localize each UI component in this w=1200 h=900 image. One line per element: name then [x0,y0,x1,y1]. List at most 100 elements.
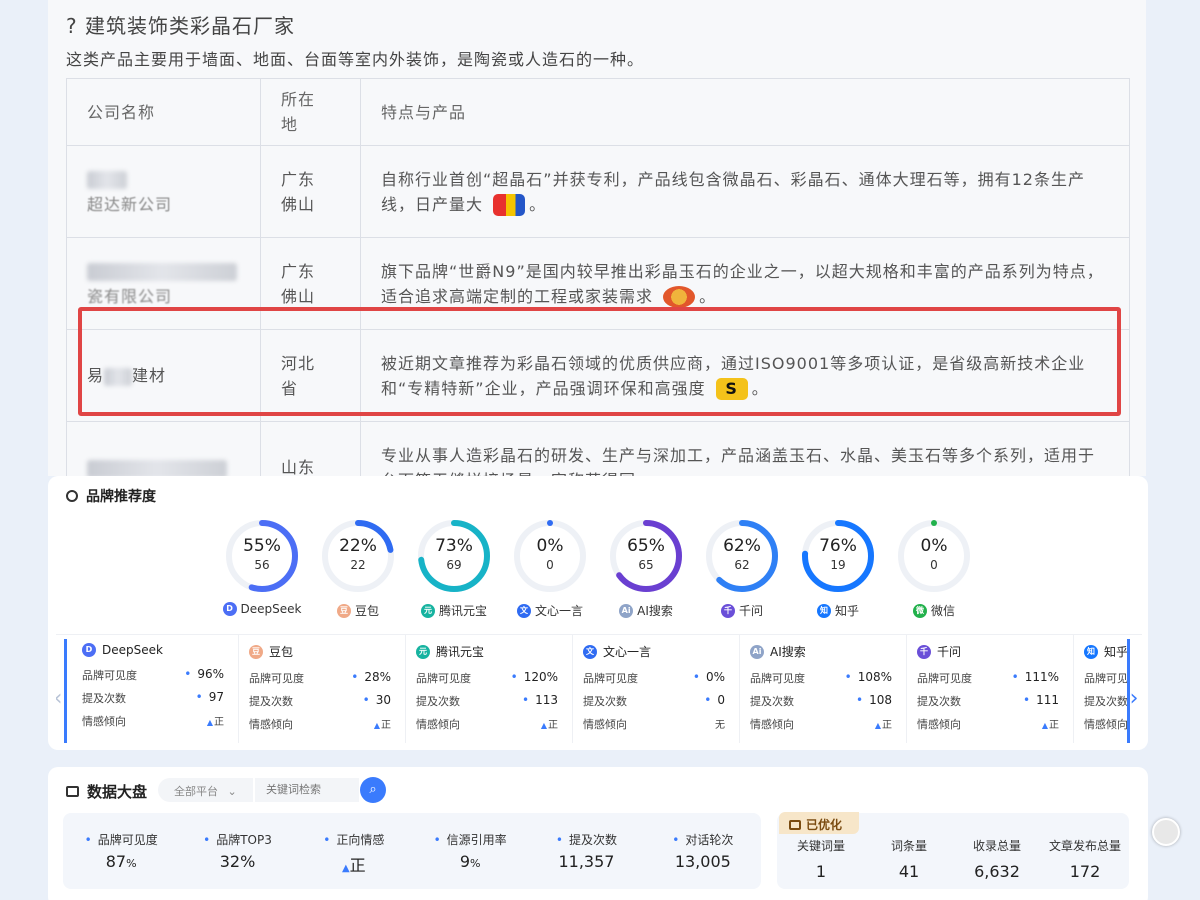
ring-track [898,520,970,592]
kpi-sentiment: 正向情感 ▲正 [296,813,412,889]
keyword-search-input[interactable] [255,778,359,802]
ring-percent: 22% [339,536,377,556]
ring-percent: 62% [723,536,761,556]
ring-item: 22% 22 豆豆包 [320,518,396,619]
kpi-top3: 品牌TOP3 32% [179,813,295,889]
doubao-icon: 豆 [249,644,263,659]
section-intro: 这类产品主要用于墙面、地面、台面等室内外装饰，是陶瓷或人造石的一种。 [66,50,645,69]
ring-item: 62% 62 千千问 [704,518,780,619]
keyword-count: 关键词量 1 [796,839,845,881]
ring-label: 微微信 [912,602,955,619]
kpi-citation-rate: 信源引用率 9% [412,813,528,889]
ring-label: 知知乎 [816,602,859,619]
ring-count: 69 [446,558,462,572]
ring-label: D DeepSeek [222,602,301,616]
chevron-right-icon[interactable]: › [1126,683,1142,715]
articles-total: 文章发布总量 172 [1048,839,1121,881]
ring-percent: 65% [627,536,665,556]
platform-name: 文文心一言 [583,643,725,660]
ring-chart: 76% 19 [800,518,876,594]
wenxin-icon: 文 [583,644,597,659]
factory-emoji-icon [493,194,526,216]
platform-stat-column: 文文心一言品牌可见度0%提及次数0 情感倾向无 [573,635,740,743]
company-location: 广东佛山 [260,145,361,238]
chevron-left-icon[interactable]: ‹ [56,683,66,715]
stat-visibility: 品牌可见度108% [750,670,892,693]
platform-stats-carousel: DDeepSeek品牌可见度96%提及次数97情感倾向正豆豆包品牌可见度28%提… [56,634,1142,744]
indexed-total: 收录总量 6,632 [972,839,1021,881]
platform-stat-column: 元腾讯元宝品牌可见度120%提及次数113情感倾向正 [406,635,573,743]
kpi-mentions: 提及次数 11,357 [528,813,644,889]
redacted-text [87,263,237,281]
platform-name: D DeepSeek [82,643,224,657]
company-name: 超达新公司 [66,145,261,238]
optimized-summary: 已优化 关键词量 1 词条量 41 收录总量 6,632 文章发布总量 172 [777,812,1129,889]
kpi-summary: 品牌可见度 87% 品牌TOP3 32% 正向情感 ▲正 信源引用率 9% 提及… [63,813,761,889]
ring-svg [322,520,394,592]
ring-percent: 73% [435,536,473,556]
section-heading: ? 建筑装饰类彩晶石厂家 [66,14,295,38]
stat-sentiment: 情感倾向正 [750,716,892,739]
ring-item: 0% 0 文文心一言 [512,518,588,619]
redacted-text [87,459,227,476]
stat-visibility: 品牌可见度0% [583,670,725,693]
ring-chart: 0% 0 [896,518,972,594]
zhihu-icon: 知 [816,603,831,618]
table-header-row: 公司名称 所在地 特点与产品 [66,78,1130,146]
stat-sentiment: 情感倾向正 [917,716,1059,739]
ring-svg [226,520,298,592]
entry-count: 词条量 41 [890,839,927,881]
yuanbao-icon: 元 [420,603,435,618]
stat-sentiment: 情感倾向正 [416,716,558,739]
platform-name: 千千问 [917,643,1059,660]
stat-mentions: 提及次数30 [249,693,391,716]
ring-count: 56 [254,558,270,572]
stat-sentiment: 情感倾向 [1084,718,1128,731]
monitor-icon [789,820,801,830]
stat-visibility: 品牌可见度120% [416,670,558,693]
ring-item: 73% 69 元腾讯元宝 [416,518,492,619]
stat-mentions: 提及次数97 [82,690,224,713]
ring-svg [802,520,874,592]
header-location: 所在地 [260,78,361,146]
data-dashboard-card: 数据大盘 全部平台 ⌄ ⌕ 品牌可见度 87% 品牌TOP3 32% 正向情感 … [48,767,1148,900]
highlight-box [78,307,1121,416]
stat-mentions: 提及次数111 [917,693,1059,716]
ring-count: 22 [350,558,366,572]
ring-percent: 55% [243,536,281,556]
ring-label: 文文心一言 [516,602,583,619]
company-location: 山东 [260,421,361,476]
ring-chart: 65% 65 [608,518,684,594]
ring-svg [418,520,490,592]
stat-mentions: 提及次数0 [583,693,725,716]
stat-visibility: 品牌可见度28% [249,670,391,693]
company-table: 公司名称 所在地 特点与产品 超达新公司 广东佛山 自称行业首创“超晶石”并获专… [66,78,1130,476]
ai-search-icon: Ai [750,644,764,659]
brand-recommendation-card: 品牌推荐度 55% 56 D DeepSeek 22% 22 豆豆包 73% 69 元腾讯元宝 0%… [48,476,1148,750]
ring-count: 65 [638,558,654,572]
platform-stat-column: 豆豆包品牌可见度28%提及次数30情感倾向正 [239,635,406,743]
avatar[interactable] [1152,818,1180,846]
wenxin-icon: 文 [516,603,531,618]
ring-track [514,520,586,592]
ring-chart: 55% 56 [224,518,300,594]
chevron-down-icon: ⌄ [227,785,237,798]
platform-stat-column: DDeepSeek 品牌可见度96%提及次数97情感倾向正 [72,635,239,743]
ring-count: 0 [546,558,554,572]
platform-name: 知知乎 [1084,643,1142,660]
table-row: 超达新公司 广东佛山 自称行业首创“超晶石”并获专利，产品线包含微晶石、彩晶石、… [66,145,1130,238]
search-button[interactable]: ⌕ [360,777,386,803]
stat-sentiment: 情感倾向正 [82,713,224,736]
platform-select[interactable]: 全部平台 ⌄ [158,778,253,802]
company-desc: 专业从事人造彩晶石的研发、生产与深加工，产品涵盖玉石、水晶、美玉石等多个系列，适… [360,421,1130,476]
up-arrow-icon: ▲ [341,863,350,874]
dashboard-title: 数据大盘 [66,781,147,802]
ring-percent: 0% [536,536,564,556]
wechat-icon: 微 [912,603,927,618]
header-company: 公司名称 [66,78,261,146]
stat-visibility: 品牌可见度96% [82,667,224,690]
ring-chart: 73% 69 [416,518,492,594]
table-row: 山东 专业从事人造彩晶石的研发、生产与深加工，产品涵盖玉石、水晶、美玉石等多个系… [66,421,1130,476]
ai-search-icon: Ai [619,603,634,618]
ring-label: Ai AI搜索 [619,602,673,619]
